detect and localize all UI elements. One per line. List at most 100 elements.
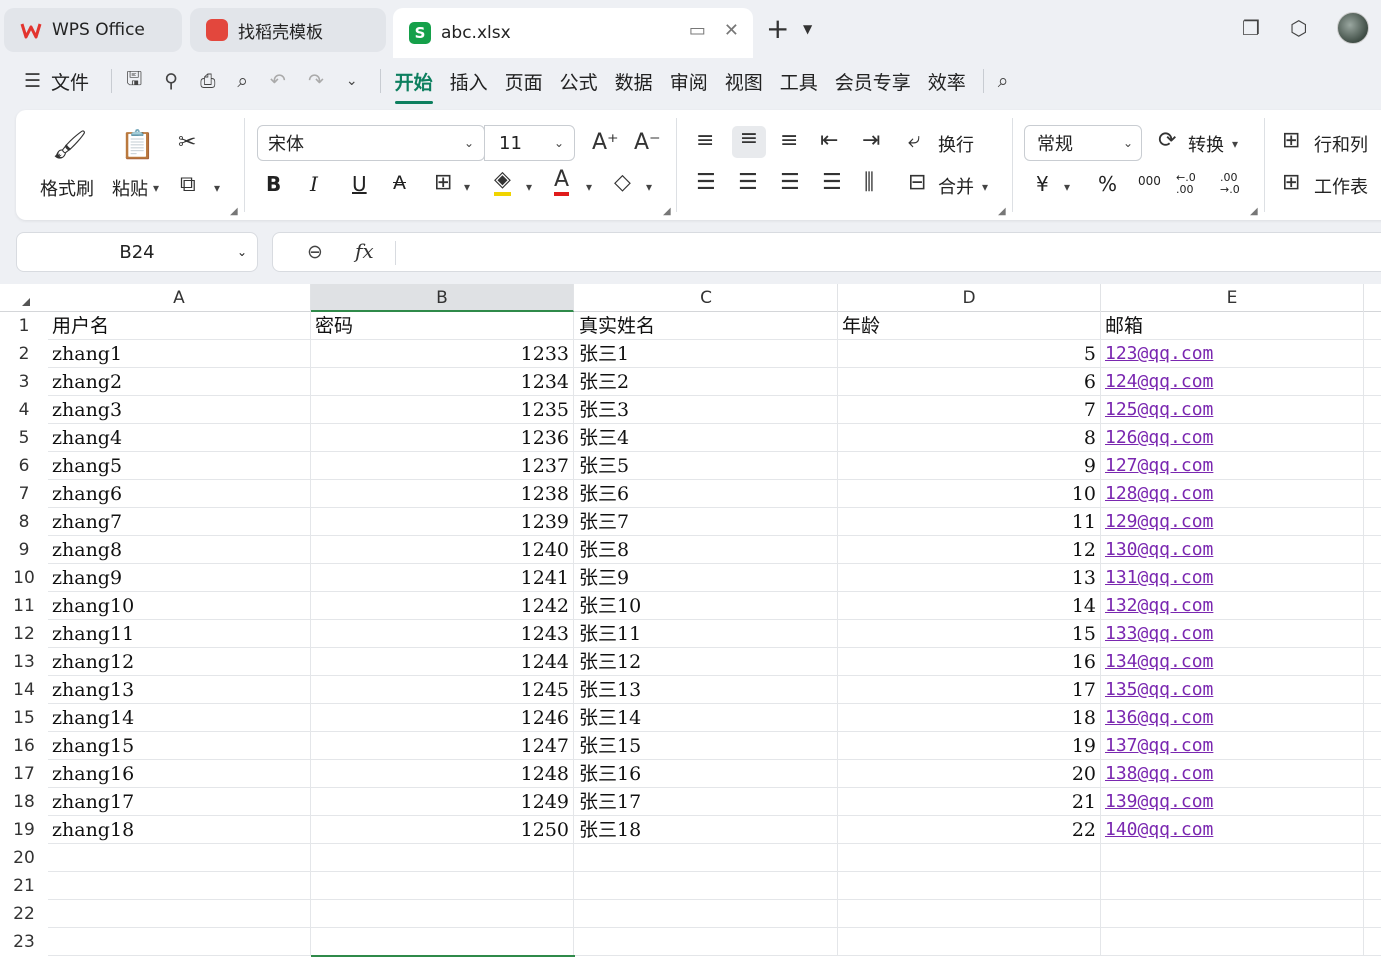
row-header[interactable]: 10 (0, 564, 48, 592)
row-header[interactable]: 17 (0, 760, 48, 788)
search-icon[interactable]: ⌕ (998, 70, 1009, 92)
cell-a15[interactable]: zhang14 (48, 704, 311, 732)
cell-a10[interactable]: zhang9 (48, 564, 311, 592)
row-header[interactable]: 8 (0, 508, 48, 536)
tab-daoke-templates[interactable]: 找稻壳模板 (190, 8, 386, 52)
cell-a6[interactable]: zhang5 (48, 452, 311, 480)
cell-a5[interactable]: zhang4 (48, 424, 311, 452)
cell-c8[interactable]: 张三7 (575, 508, 838, 536)
cell-e1[interactable]: 邮箱 (1101, 312, 1364, 340)
cut-icon[interactable]: ✂ (178, 130, 196, 155)
cell-c10[interactable]: 张三9 (575, 564, 838, 592)
cell-e23[interactable] (1101, 928, 1364, 956)
font-size-select[interactable]: 11 ⌄ (484, 125, 575, 161)
cell-c12[interactable]: 张三11 (575, 620, 838, 648)
cell-e15[interactable]: 136@qq.com (1101, 704, 1364, 732)
underline-button[interactable]: U (352, 172, 367, 196)
cell-e5[interactable]: 126@qq.com (1101, 424, 1364, 452)
menu-formula[interactable]: 公式 (560, 68, 598, 95)
dialog-launcher-icon[interactable]: ◢ (230, 206, 238, 217)
increase-indent-icon[interactable]: ⇥ (862, 128, 880, 153)
merge-cells-button[interactable]: 合并 (938, 173, 974, 199)
cell-c16[interactable]: 张三15 (575, 732, 838, 760)
chevron-down-icon[interactable]: ⌄ (346, 73, 358, 89)
cell-d18[interactable]: 21 (838, 788, 1101, 816)
menu-view[interactable]: 视图 (725, 68, 763, 95)
cell-d14[interactable]: 17 (838, 676, 1101, 704)
dialog-launcher-icon[interactable]: ◢ (998, 206, 1006, 217)
cell-d17[interactable]: 20 (838, 760, 1101, 788)
chevron-down-icon[interactable]: ▾ (526, 180, 532, 194)
chevron-down-icon[interactable]: ⌄ (237, 245, 247, 259)
row-header[interactable]: 2 (0, 340, 48, 368)
cell-c11[interactable]: 张三10 (575, 592, 838, 620)
cell-d15[interactable]: 18 (838, 704, 1101, 732)
cell-a9[interactable]: zhang8 (48, 536, 311, 564)
cell-e20[interactable] (1101, 844, 1364, 872)
copy-icon[interactable]: ⧉ (180, 172, 196, 197)
convert-button[interactable]: 转换 (1188, 131, 1224, 157)
font-name-select[interactable]: 宋体 ⌄ (257, 125, 485, 161)
zoom-icon[interactable]: ⊖ (307, 241, 323, 263)
row-header[interactable]: 11 (0, 592, 48, 620)
font-color-icon[interactable]: A (554, 168, 570, 196)
menu-member[interactable]: 会员专享 (835, 68, 911, 95)
align-bottom-icon[interactable]: ≡ (780, 128, 798, 153)
cell-d5[interactable]: 8 (838, 424, 1101, 452)
cell-a11[interactable]: zhang10 (48, 592, 311, 620)
cell-a22[interactable] (48, 900, 311, 928)
cell-a3[interactable]: zhang2 (48, 368, 311, 396)
row-header[interactable]: 20 (0, 844, 48, 872)
hamburger-icon[interactable]: ☰ (24, 70, 41, 92)
cell-a7[interactable]: zhang6 (48, 480, 311, 508)
chevron-down-icon[interactable]: ▾ (464, 180, 470, 194)
row-header[interactable]: 3 (0, 368, 48, 396)
cell-e17[interactable]: 138@qq.com (1101, 760, 1364, 788)
cell-e22[interactable] (1101, 900, 1364, 928)
cell-c6[interactable]: 张三5 (575, 452, 838, 480)
cell-a16[interactable]: zhang15 (48, 732, 311, 760)
currency-button[interactable]: ¥ (1036, 172, 1049, 196)
print-preview-icon[interactable]: ⌕ (237, 70, 248, 92)
cell-e2[interactable]: 123@qq.com (1101, 340, 1364, 368)
cell-e4[interactable]: 125@qq.com (1101, 396, 1364, 424)
worksheet-icon[interactable]: ⊞ (1282, 170, 1300, 195)
column-header-b[interactable]: B (311, 284, 574, 312)
paste-icon[interactable]: 📋 (120, 128, 155, 161)
cell-d2[interactable]: 5 (838, 340, 1101, 368)
cell-c23[interactable] (575, 928, 838, 956)
cell-e8[interactable]: 129@qq.com (1101, 508, 1364, 536)
print-icon[interactable]: ⎙ (200, 70, 215, 92)
paste-button[interactable]: 粘贴 (112, 175, 148, 201)
cell-c17[interactable]: 张三16 (575, 760, 838, 788)
share-icon[interactable]: ⚲ (164, 70, 178, 92)
column-header-e[interactable]: E (1101, 284, 1364, 312)
row-header[interactable]: 18 (0, 788, 48, 816)
cell-e7[interactable]: 128@qq.com (1101, 480, 1364, 508)
cell-c4[interactable]: 张三3 (575, 396, 838, 424)
align-right-icon[interactable]: ☰ (780, 170, 800, 195)
worksheet-button[interactable]: 工作表 (1314, 173, 1368, 199)
borders-icon[interactable]: ⊞ (434, 170, 452, 195)
convert-icon[interactable]: ⟳ (1158, 128, 1176, 153)
row-header[interactable]: 13 (0, 648, 48, 676)
decrease-font-icon[interactable]: A⁻ (634, 130, 661, 155)
cell-e12[interactable]: 133@qq.com (1101, 620, 1364, 648)
cell-c13[interactable]: 张三12 (575, 648, 838, 676)
bold-button[interactable]: B (266, 172, 281, 196)
cell-d4[interactable]: 7 (838, 396, 1101, 424)
cell-d23[interactable] (838, 928, 1101, 956)
cell-d7[interactable]: 10 (838, 480, 1101, 508)
menu-data[interactable]: 数据 (615, 68, 653, 95)
cell-c7[interactable]: 张三6 (575, 480, 838, 508)
row-header[interactable]: 4 (0, 396, 48, 424)
cell-a23[interactable] (48, 928, 311, 956)
row-header[interactable]: 14 (0, 676, 48, 704)
number-format-select[interactable]: 常规 ⌄ (1024, 125, 1142, 161)
cube-icon[interactable]: ⬡ (1290, 16, 1307, 40)
row-col-button[interactable]: 行和列 (1314, 131, 1368, 157)
chevron-down-icon[interactable]: ▾ (586, 180, 592, 194)
avatar[interactable] (1337, 12, 1369, 44)
row-header[interactable]: 23 (0, 928, 48, 956)
column-header-a[interactable]: A (48, 284, 311, 312)
